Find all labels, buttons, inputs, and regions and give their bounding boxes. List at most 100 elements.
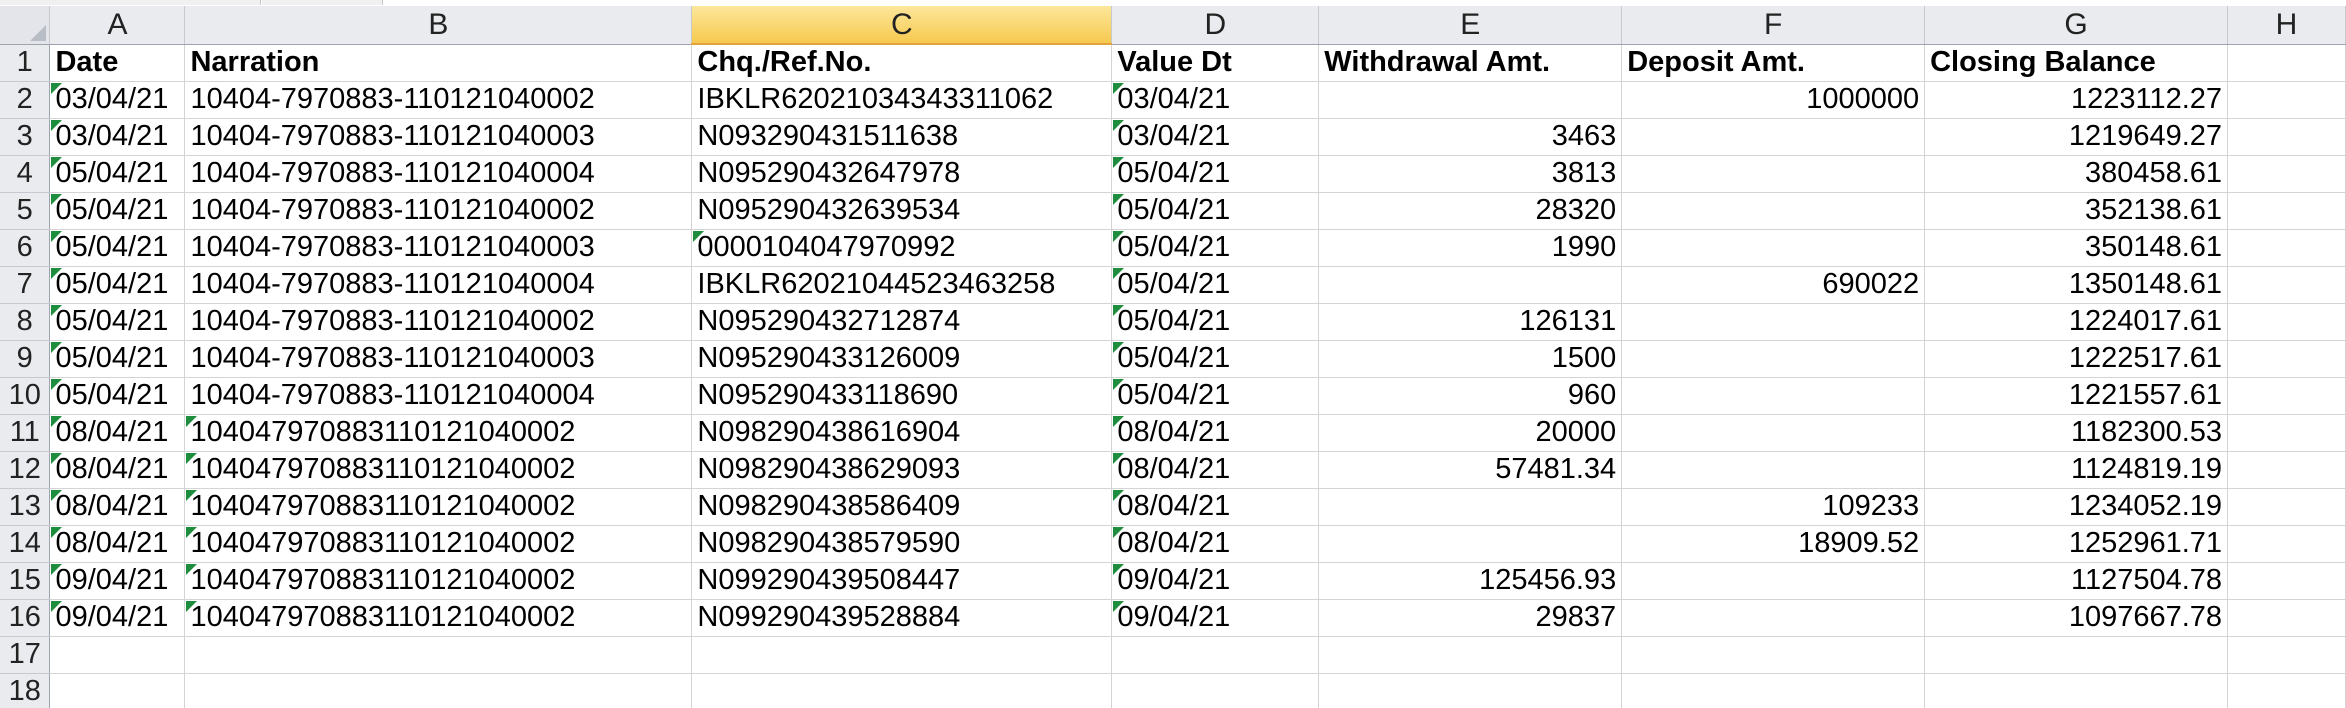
cell-date[interactable]: 03/04/21 [49,118,186,156]
row-header-10[interactable]: 10 [0,377,51,415]
row-header-17[interactable]: 17 [0,636,51,674]
cell-withdrawal[interactable]: 3813 [1318,155,1623,193]
cell-value-date[interactable]: 09/04/21 [1111,562,1320,600]
cell-empty[interactable] [2227,81,2346,119]
cell-deposit[interactable]: 690022 [1621,266,1926,304]
row-header-11[interactable]: 11 [0,414,51,452]
cell-h1[interactable] [2227,44,2346,82]
cell-empty[interactable] [2227,414,2346,452]
cell-ref[interactable]: N095290433126009 [691,340,1113,378]
cell-value-date[interactable]: 05/04/21 [1111,377,1320,415]
cell-balance[interactable]: 352138.61 [1924,192,2229,230]
cell-narration[interactable]: 104047970883110121040002 [184,488,693,526]
cell-empty[interactable] [2227,488,2346,526]
cell-empty[interactable] [2227,636,2346,674]
cell-value-date[interactable]: 03/04/21 [1111,118,1320,156]
cell-balance[interactable]: 1222517.61 [1924,340,2229,378]
cell-narration[interactable]: 104047970883110121040002 [184,414,693,452]
row-header-12[interactable]: 12 [0,451,51,489]
row-header-7[interactable]: 7 [0,266,51,304]
row-header-4[interactable]: 4 [0,155,51,193]
cell-deposit[interactable] [1621,155,1926,193]
cell-date[interactable]: 05/04/21 [49,266,186,304]
cell-withdrawal[interactable] [1318,266,1623,304]
row-header-3[interactable]: 3 [0,118,51,156]
cell-ref[interactable]: N095290432712874 [691,303,1113,341]
cell-empty[interactable] [2227,118,2346,156]
cell-ref[interactable]: IBKLR62021044523463258 [691,266,1113,304]
cell-date[interactable]: 05/04/21 [49,303,186,341]
column-header-b[interactable]: B [184,6,693,45]
row-header-18[interactable]: 18 [0,673,51,708]
cell-empty[interactable] [2227,451,2346,489]
cell-deposit[interactable] [1621,303,1926,341]
cell-balance[interactable]: 1252961.71 [1924,525,2229,563]
cell-withdrawal[interactable]: 20000 [1318,414,1623,452]
cell-empty[interactable] [1924,673,2229,708]
column-header-e[interactable]: E [1318,6,1623,45]
cell-balance[interactable]: 1223112.27 [1924,81,2229,119]
cell-withdrawal[interactable]: 126131 [1318,303,1623,341]
cell-withdrawal[interactable]: 29837 [1318,599,1623,637]
cell-date[interactable]: 05/04/21 [49,377,186,415]
cell-empty[interactable] [1924,636,2229,674]
cell-date[interactable]: 05/04/21 [49,340,186,378]
cell-empty[interactable] [49,673,186,708]
cell-narration[interactable]: 104047970883110121040002 [184,451,693,489]
cell-ref[interactable]: N099290439528884 [691,599,1113,637]
cell-value-date[interactable]: 05/04/21 [1111,303,1320,341]
cell-deposit[interactable]: 18909.52 [1621,525,1926,563]
cell-d1[interactable]: Value Dt [1111,44,1320,82]
cell-date[interactable]: 08/04/21 [49,414,186,452]
cell-narration[interactable]: 104047970883110121040002 [184,525,693,563]
column-header-a[interactable]: A [49,6,186,45]
cell-withdrawal[interactable]: 1500 [1318,340,1623,378]
cell-balance[interactable]: 1219649.27 [1924,118,2229,156]
cell-narration[interactable]: 10404-7970883-110121040002 [184,81,693,119]
cell-empty[interactable] [2227,525,2346,563]
column-header-c[interactable]: C [691,6,1113,45]
cell-withdrawal[interactable]: 1990 [1318,229,1623,267]
cell-date[interactable]: 05/04/21 [49,229,186,267]
cell-empty[interactable] [691,673,1113,708]
cell-date[interactable]: 08/04/21 [49,451,186,489]
cell-deposit[interactable] [1621,340,1926,378]
cell-empty[interactable] [2227,599,2346,637]
cell-empty[interactable] [184,636,693,674]
cell-date[interactable]: 09/04/21 [49,562,186,600]
cell-empty[interactable] [49,636,186,674]
cell-value-date[interactable]: 05/04/21 [1111,340,1320,378]
row-header-14[interactable]: 14 [0,525,51,563]
cell-empty[interactable] [1111,636,1320,674]
row-header-9[interactable]: 9 [0,340,51,378]
cell-empty[interactable] [2227,562,2346,600]
cell-withdrawal[interactable] [1318,525,1623,563]
cell-value-date[interactable]: 08/04/21 [1111,488,1320,526]
cell-ref[interactable]: N095290432647978 [691,155,1113,193]
cell-balance[interactable]: 1221557.61 [1924,377,2229,415]
cell-deposit[interactable] [1621,192,1926,230]
cell-value-date[interactable]: 05/04/21 [1111,192,1320,230]
cell-narration[interactable]: 10404-7970883-110121040002 [184,303,693,341]
cell-c1[interactable]: Chq./Ref.No. [691,44,1113,82]
cell-empty[interactable] [2227,155,2346,193]
cell-e1[interactable]: Withdrawal Amt. [1318,44,1623,82]
cell-value-date[interactable]: 08/04/21 [1111,414,1320,452]
cell-ref[interactable]: N095290432639534 [691,192,1113,230]
cell-empty[interactable] [2227,377,2346,415]
row-header-1[interactable]: 1 [0,44,51,82]
cell-deposit[interactable] [1621,599,1926,637]
cell-withdrawal[interactable]: 960 [1318,377,1623,415]
cell-empty[interactable] [1318,636,1623,674]
cell-a1[interactable]: Date [49,44,186,82]
cell-narration[interactable]: 10404-7970883-110121040002 [184,192,693,230]
row-header-5[interactable]: 5 [0,192,51,230]
cell-balance[interactable]: 1124819.19 [1924,451,2229,489]
cell-date[interactable]: 08/04/21 [49,525,186,563]
row-header-13[interactable]: 13 [0,488,51,526]
cell-narration[interactable]: 10404-7970883-110121040003 [184,229,693,267]
row-header-16[interactable]: 16 [0,599,51,637]
cell-withdrawal[interactable]: 3463 [1318,118,1623,156]
cell-empty[interactable] [691,636,1113,674]
row-header-8[interactable]: 8 [0,303,51,341]
